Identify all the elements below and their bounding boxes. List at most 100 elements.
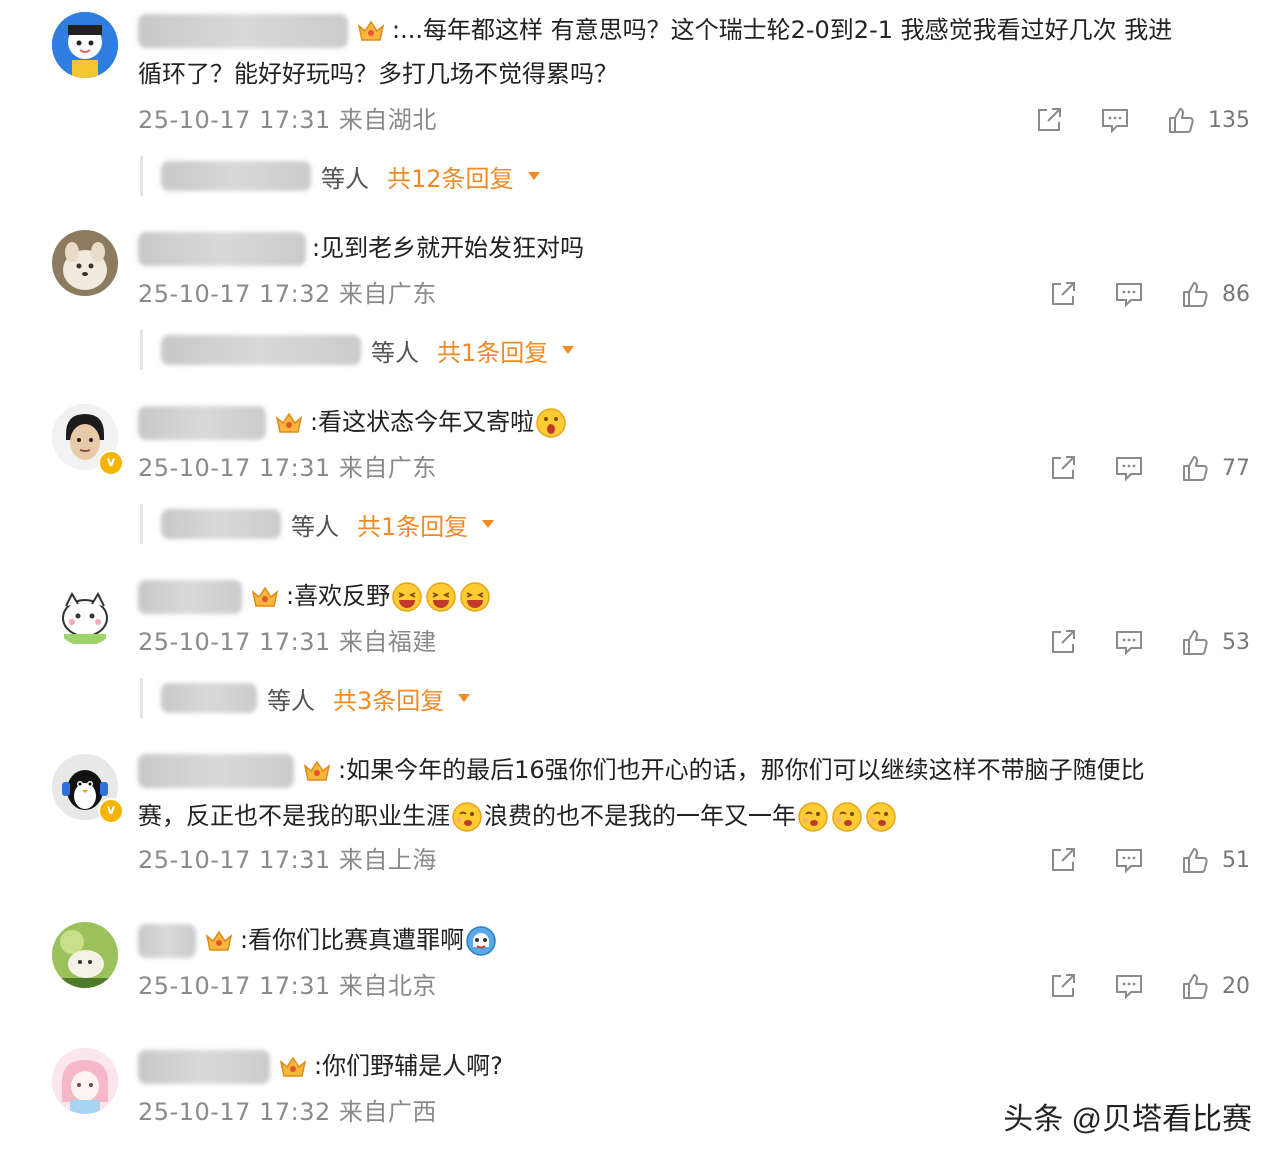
share-icon	[1048, 627, 1078, 657]
verified-badge-icon: v	[98, 450, 124, 476]
comment-body-part: 赛，反正也不是我的职业生涯	[138, 802, 450, 830]
comment-body: :看你们比赛真遭罪啊	[240, 926, 465, 954]
comment-text: :如果今年的最后16强你们也开心的话，那你们可以继续这样不带脑子随便比	[138, 748, 1240, 792]
reply-summary[interactable]: 等人 共1条回复	[140, 330, 575, 370]
share-icon	[1048, 453, 1078, 483]
reply-total[interactable]: 共3条回复	[333, 681, 444, 716]
crown-badge-icon	[356, 18, 386, 44]
wink-emoji-icon	[865, 801, 897, 833]
comment-location: 来自广西	[338, 1098, 437, 1126]
wink-emoji-icon	[797, 801, 829, 833]
reply-username-redacted	[161, 509, 281, 539]
laughing-emoji-icon	[391, 581, 423, 613]
caret-down-icon[interactable]	[482, 520, 495, 528]
reply-total[interactable]: 共12条回复	[387, 159, 514, 194]
shocked-emoji-icon	[535, 407, 567, 439]
reply-button[interactable]	[1114, 279, 1144, 309]
username-redacted[interactable]	[138, 924, 196, 958]
crown-badge-icon	[302, 758, 332, 784]
thumbs-up-icon	[1180, 627, 1210, 657]
comment-actions: 135	[998, 100, 1250, 140]
avatar[interactable]	[52, 12, 118, 78]
like-button[interactable]: 77	[1180, 453, 1250, 483]
share-icon	[1048, 845, 1078, 875]
share-button[interactable]	[1048, 453, 1078, 483]
reply-summary[interactable]: 等人 共12条回复	[140, 156, 540, 196]
caret-down-icon[interactable]	[527, 172, 540, 180]
reply-button[interactable]	[1100, 105, 1130, 135]
thumbs-up-icon	[1180, 453, 1210, 483]
comment-time: 25-10-17 17:31	[138, 454, 331, 482]
share-button[interactable]	[1048, 971, 1078, 1001]
like-count: 135	[1208, 107, 1250, 133]
share-button[interactable]	[1048, 845, 1078, 875]
comment-meta: 25-10-17 17:32 来自广东	[138, 274, 437, 314]
reply-who: 等人	[267, 686, 315, 715]
like-button[interactable]: 86	[1180, 279, 1250, 309]
avatar[interactable]	[52, 580, 118, 646]
comment-actions: 20	[1012, 966, 1250, 1006]
comment-meta: 25-10-17 17:31 来自湖北	[138, 100, 437, 140]
avatar[interactable]	[52, 230, 118, 296]
comment-location: 来自广东	[338, 454, 437, 482]
caret-down-icon[interactable]	[458, 694, 471, 702]
comment-body: :看这状态今年又寄啦	[310, 408, 535, 436]
caret-down-icon[interactable]	[562, 346, 575, 354]
reply-button[interactable]	[1114, 627, 1144, 657]
crown-badge-icon	[204, 928, 234, 954]
reply-summary[interactable]: 等人 共3条回复	[140, 678, 471, 718]
like-count: 20	[1222, 973, 1250, 999]
comment-time: 25-10-17 17:31	[138, 628, 331, 656]
crown-badge-icon	[250, 584, 280, 610]
share-icon	[1048, 279, 1078, 309]
share-button[interactable]	[1048, 279, 1078, 309]
avatar[interactable]	[52, 1048, 118, 1114]
username-redacted[interactable]	[138, 754, 294, 788]
reply-button[interactable]	[1114, 971, 1144, 1001]
reply-total[interactable]: 共1条回复	[357, 507, 468, 542]
comment-body: :你们野辅是人啊?	[314, 1052, 503, 1080]
comment-icon	[1114, 627, 1144, 657]
like-count: 53	[1222, 629, 1250, 655]
comment-meta: 25-10-17 17:32 来自广西	[138, 1092, 437, 1132]
verified-badge-icon: v	[98, 798, 124, 824]
crown-badge-icon	[278, 1054, 308, 1080]
comment-body: :...每年都这样 有意思吗？这个瑞士轮2-0到2-1 我感觉我看过好几次 我进	[392, 16, 1173, 44]
like-button[interactable]: 51	[1180, 845, 1250, 875]
comment-location: 来自上海	[338, 846, 437, 874]
comment-text-line2: 赛，反正也不是我的职业生涯 浪费的也不是我的一年又一年	[138, 794, 1240, 838]
watermark: 头条 @贝塔看比赛	[1003, 1103, 1252, 1136]
username-redacted[interactable]	[138, 580, 242, 614]
reply-button[interactable]	[1114, 453, 1144, 483]
like-button[interactable]: 135	[1166, 105, 1250, 135]
like-count: 77	[1222, 455, 1250, 481]
avatar[interactable]	[52, 922, 118, 988]
reply-button[interactable]	[1114, 845, 1144, 875]
comment-body-part: 浪费的也不是我的一年又一年	[484, 802, 796, 830]
comment-location: 来自北京	[338, 972, 437, 1000]
reply-summary[interactable]: 等人 共1条回复	[140, 504, 495, 544]
comment-icon	[1114, 453, 1144, 483]
reply-total[interactable]: 共1条回复	[437, 333, 548, 368]
comment-text: :看这状态今年又寄啦	[138, 400, 1240, 444]
share-button[interactable]	[1048, 627, 1078, 657]
comment-meta: 25-10-17 17:31 来自北京	[138, 966, 437, 1006]
comment-meta: 25-10-17 17:31 来自广东	[138, 448, 437, 488]
comment-time: 25-10-17 17:32	[138, 1098, 331, 1126]
username-redacted[interactable]	[138, 406, 266, 440]
share-button[interactable]	[1034, 105, 1064, 135]
comment-icon	[1114, 845, 1144, 875]
thumbs-up-icon	[1180, 845, 1210, 875]
username-redacted[interactable]	[138, 1050, 270, 1084]
like-button[interactable]: 20	[1180, 971, 1250, 1001]
username-redacted[interactable]	[138, 232, 306, 266]
username-redacted[interactable]	[138, 14, 348, 48]
comment-text: :...每年都这样 有意思吗？这个瑞士轮2-0到2-1 我感觉我看过好几次 我进	[138, 8, 1240, 52]
comment-text: :看你们比赛真遭罪啊	[138, 918, 1240, 962]
comment-location: 来自湖北	[338, 106, 437, 134]
comment-text-line2: 循环了？能好好玩吗？多打几场不觉得累吗？	[138, 60, 618, 88]
like-button[interactable]: 53	[1180, 627, 1250, 657]
thumbs-up-icon	[1180, 971, 1210, 1001]
comment-text: :见到老乡就开始发狂对吗	[138, 226, 1240, 270]
comment-text: :你们野辅是人啊?	[138, 1044, 1240, 1088]
